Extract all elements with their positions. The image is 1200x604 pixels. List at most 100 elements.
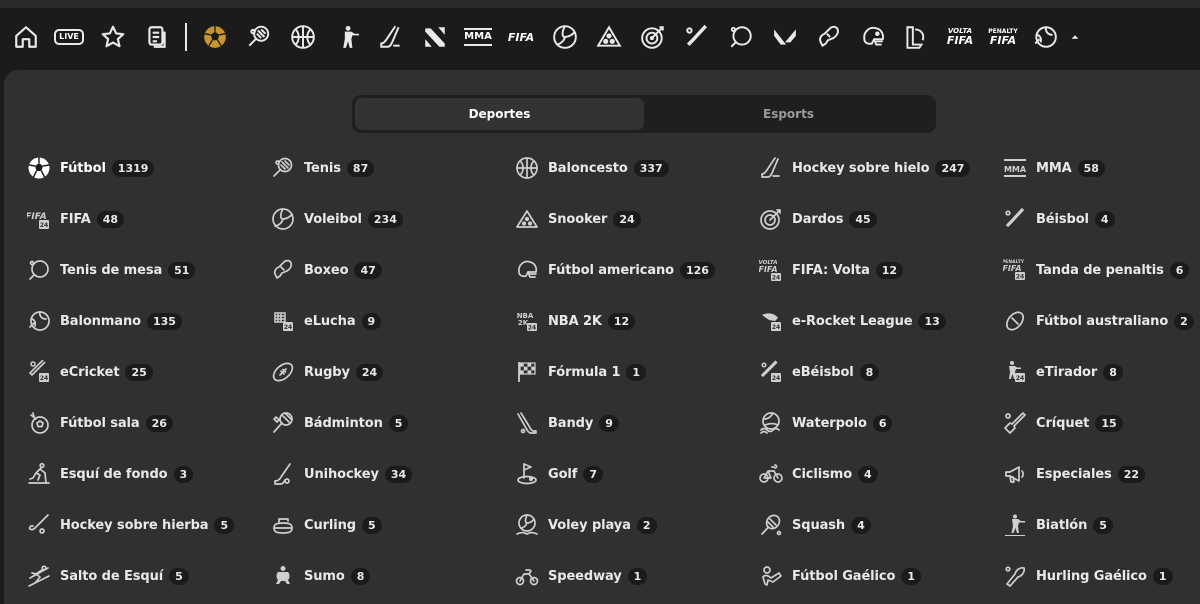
- event-count-badge: 4: [1094, 210, 1115, 228]
- live-icon[interactable]: LIVE: [52, 22, 86, 52]
- sport-item-6[interactable]: Voleibol 234: [270, 205, 403, 233]
- sport-item-16[interactable]: 24 eLucha 9: [270, 307, 382, 335]
- sport-item-40[interactable]: Salto de Esquí 5: [26, 562, 189, 590]
- nba2k-icon: NBA 2K 24: [514, 308, 540, 334]
- brand-logo-icon[interactable]: [420, 22, 450, 52]
- sport-item-35[interactable]: Hockey sobre hierba 5: [26, 511, 235, 539]
- sport-item-14[interactable]: PENALTY FIFA 24 Tanda de penaltis 6: [1002, 256, 1190, 284]
- event-count-badge: 22: [1117, 465, 1145, 483]
- home-icon[interactable]: [11, 22, 41, 52]
- sport-item-28[interactable]: Waterpolo 6: [758, 409, 893, 437]
- sport-item-44[interactable]: Hurling Gaélico 1: [1002, 562, 1173, 590]
- snooker-icon: [514, 206, 540, 232]
- collapse-caret-icon[interactable]: [1062, 22, 1088, 52]
- event-count-badge: 58: [1077, 159, 1105, 177]
- sport-item-31[interactable]: Unihockey 34: [270, 460, 413, 488]
- sport-item-3[interactable]: Hockey sobre hielo 247: [758, 154, 971, 182]
- sports-panel: Deportes Esports Fútbol 1319 Tenis 87 Balonc…: [4, 70, 1200, 604]
- sport-item-22[interactable]: Fórmula 1 1: [514, 358, 647, 386]
- basketball-icon[interactable]: [288, 22, 318, 52]
- shooter-icon[interactable]: [332, 22, 362, 52]
- sport-item-42[interactable]: Speedway 1: [514, 562, 648, 590]
- sport-item-10[interactable]: Tenis de mesa 51: [26, 256, 196, 284]
- event-count-badge: 12: [607, 312, 636, 330]
- sport-item-29[interactable]: Críquet 15: [1002, 409, 1123, 437]
- event-count-badge: 87: [346, 159, 375, 177]
- fifa-icon: FIFA 24: [26, 206, 52, 232]
- hockey-icon[interactable]: [376, 22, 406, 52]
- rugby-ball-icon: [270, 359, 296, 385]
- sport-item-26[interactable]: Bádminton 5: [270, 409, 409, 437]
- sport-item-25[interactable]: Fútbol sala 26: [26, 409, 173, 437]
- fifa-icon[interactable]: FIFA: [506, 22, 536, 52]
- sport-item-30[interactable]: Esquí de fondo 3: [26, 460, 194, 488]
- sport-name: Snooker: [548, 211, 608, 227]
- penalty-fifa-icon[interactable]: PENALTY FIFA: [986, 22, 1020, 52]
- sport-item-20[interactable]: 24 eCricket 25: [26, 358, 153, 386]
- sport-item-13[interactable]: VOLTA FIFA 24 FIFA: Volta 12: [758, 256, 904, 284]
- sport-item-17[interactable]: NBA 2K 24 NBA 2K 12: [514, 307, 636, 335]
- event-count-badge: 13: [918, 312, 946, 330]
- sport-name: Baloncesto: [548, 160, 628, 176]
- valorant-icon[interactable]: [770, 22, 800, 52]
- sport-item-18[interactable]: 24 e-Rocket League 13: [758, 307, 946, 335]
- volleyball-icon[interactable]: [550, 22, 580, 52]
- mma-label: MMA: [464, 28, 492, 46]
- sport-name: Fútbol Gaélico: [792, 568, 896, 584]
- sport-item-21[interactable]: Rugby 24: [270, 358, 384, 386]
- sport-name: Biatlón: [1036, 517, 1088, 533]
- sport-item-4[interactable]: MMA MMA 58: [1002, 154, 1105, 182]
- sport-name: Balonmano: [60, 313, 141, 329]
- sport-item-33[interactable]: Ciclismo 4: [758, 460, 878, 488]
- sport-item-11[interactable]: Boxeo 47: [270, 256, 382, 284]
- snooker-icon[interactable]: [594, 22, 624, 52]
- sport-name: Unihockey: [304, 466, 379, 482]
- sport-item-27[interactable]: Bandy 9: [514, 409, 619, 437]
- svg-text:24: 24: [40, 222, 48, 229]
- sport-item-34[interactable]: Especiales 22: [1002, 460, 1145, 488]
- sport-item-15[interactable]: Balonmano 135: [26, 307, 182, 335]
- football-helmet-icon[interactable]: [858, 22, 888, 52]
- sport-item-37[interactable]: Voley playa 2: [514, 511, 657, 539]
- mma-icon[interactable]: MMA: [463, 22, 493, 52]
- tennis-icon: [270, 155, 296, 181]
- sport-item-24[interactable]: 24 eTirador 8: [1002, 358, 1123, 386]
- table-tennis-icon[interactable]: [726, 22, 756, 52]
- sport-name: Salto de Esquí: [60, 568, 164, 584]
- sport-item-32[interactable]: Golf 7: [514, 460, 603, 488]
- sport-item-12[interactable]: Fútbol americano 126: [514, 256, 715, 284]
- sport-name: NBA 2K: [548, 313, 602, 329]
- sport-item-7[interactable]: Snooker 24: [514, 205, 641, 233]
- sport-item-9[interactable]: Béisbol 4: [1002, 205, 1115, 233]
- sport-name: Fútbol sala: [60, 415, 140, 431]
- star-icon[interactable]: [98, 22, 128, 52]
- sport-name: Hockey sobre hierba: [60, 517, 209, 533]
- sport-item-2[interactable]: Baloncesto 337: [514, 154, 669, 182]
- baseball-icon[interactable]: [682, 22, 712, 52]
- league-of-legends-icon[interactable]: [900, 22, 930, 52]
- sport-item-41[interactable]: Sumo 8: [270, 562, 371, 590]
- boxing-icon[interactable]: [814, 22, 844, 52]
- sport-item-38[interactable]: Squash 4: [758, 511, 871, 539]
- event-count-badge: 126: [680, 261, 715, 279]
- sport-item-19[interactable]: Fútbol australiano 2: [1002, 307, 1194, 335]
- tennis-icon[interactable]: [244, 22, 274, 52]
- soccer-ball-icon[interactable]: [200, 22, 230, 52]
- darts-icon[interactable]: [638, 22, 668, 52]
- sport-item-8[interactable]: Dardos 45: [758, 205, 877, 233]
- sport-item-23[interactable]: 24 eBéisbol 8: [758, 358, 880, 386]
- aussie-football-icon: [1002, 308, 1028, 334]
- fifa-volta-icon[interactable]: VOLTA FIFA: [943, 22, 977, 52]
- sport-item-0[interactable]: Fútbol 1319: [26, 154, 155, 182]
- sport-item-5[interactable]: FIFA 24 FIFA 48: [26, 205, 125, 233]
- sport-item-43[interactable]: Fútbol Gaélico 1: [758, 562, 921, 590]
- event-count-badge: 51: [168, 261, 196, 279]
- sport-item-36[interactable]: Curling 5: [270, 511, 382, 539]
- sport-item-1[interactable]: Tenis 87: [270, 154, 375, 182]
- document-icon[interactable]: [142, 22, 172, 52]
- svg-text:24: 24: [40, 375, 48, 382]
- sport-item-39[interactable]: Biatlón 5: [1002, 511, 1113, 539]
- handball-icon[interactable]: [1030, 22, 1060, 52]
- boxing-icon: [270, 257, 296, 283]
- svg-text:24: 24: [528, 325, 536, 332]
